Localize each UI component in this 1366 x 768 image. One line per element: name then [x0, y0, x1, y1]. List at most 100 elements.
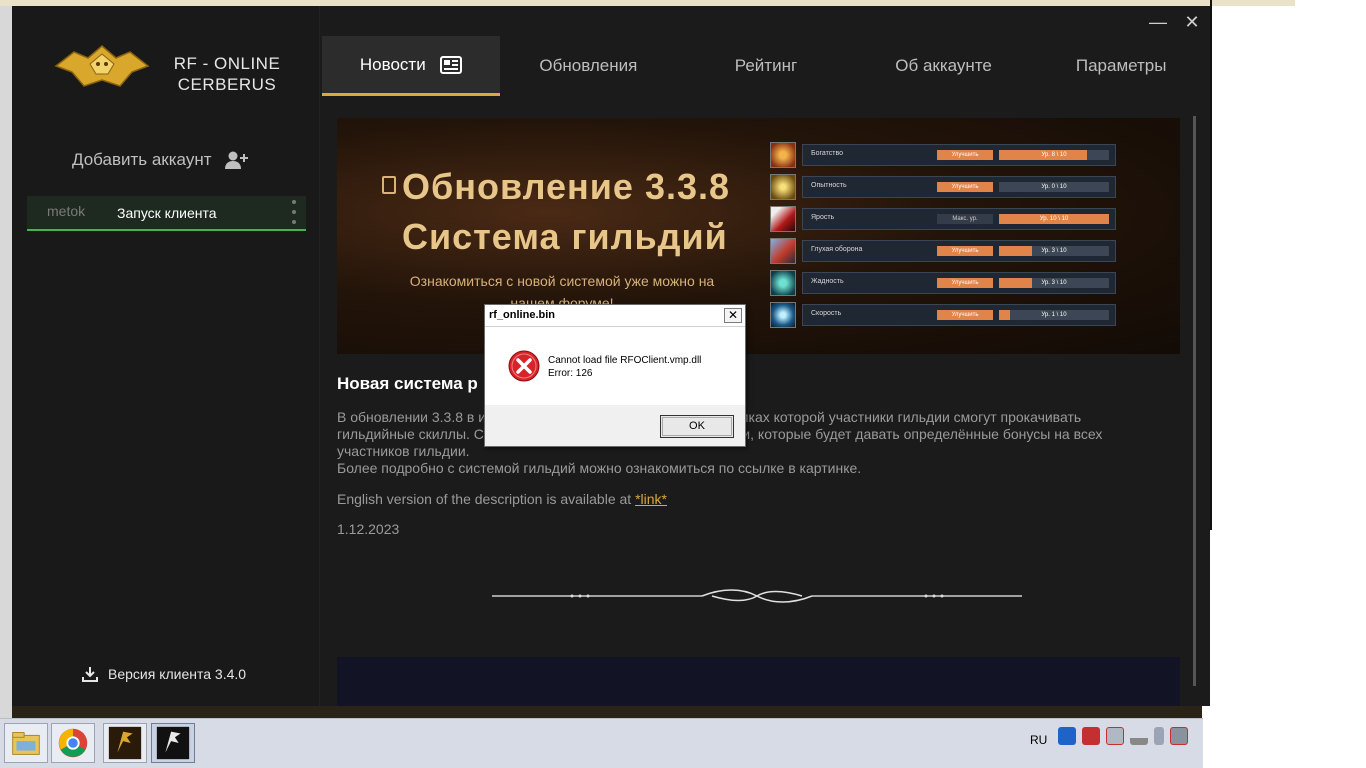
defense-skill-icon	[770, 238, 796, 264]
sidebar: RF - ONLINE CERBERUS Добавить аккаунт me…	[12, 6, 320, 706]
skill-level-bar: Ур. 3 \ 10	[999, 246, 1109, 256]
news-date: 1.12.2023	[337, 521, 400, 537]
skill-level: Ур. 1 \ 10	[1041, 312, 1067, 318]
news-banner[interactable]: Обновление 3.3.8 Система гильдий Ознаком…	[337, 118, 1180, 354]
taskbar-rf-client-button[interactable]	[151, 723, 195, 763]
dialog-body: Cannot load file RFOClient.vmp.dll Error…	[485, 327, 745, 405]
skill-max-button: Макс. ур.	[937, 214, 993, 224]
english-version-link[interactable]: *link*	[635, 491, 667, 507]
dialog-message-line-2: Error: 126	[548, 368, 593, 379]
banner-title-2: Система гильдий	[402, 216, 728, 257]
skill-name: Ярость	[811, 214, 835, 221]
taskbar: RU	[0, 718, 1203, 768]
fury-skill-icon	[770, 206, 796, 232]
ornament-divider	[492, 589, 1022, 603]
newspaper-icon	[439, 55, 462, 74]
tab-settings-label: Параметры	[1075, 56, 1167, 75]
skill-name: Богатство	[811, 150, 843, 157]
skill-upgrade-button: Улучшить	[937, 278, 993, 288]
cerberus-logo-icon	[54, 45, 150, 87]
tab-rating[interactable]: Рейтинг	[677, 36, 855, 96]
taskbar-chrome-button[interactable]	[51, 723, 95, 763]
ok-button[interactable]: OK	[660, 415, 734, 438]
dialog-message-line-1: Cannot load file RFOClient.vmp.dll	[548, 355, 702, 366]
tab-rating-label: Рейтинг	[734, 56, 798, 75]
dialog-close-button[interactable]: ✕	[724, 308, 742, 323]
account-row[interactable]: metok Запуск клиента	[27, 196, 306, 231]
skill-name: Скорость	[811, 310, 842, 317]
clipboard-icon	[382, 176, 396, 194]
skill-name: Опытность	[811, 182, 847, 189]
bluetooth-icon[interactable]	[1058, 727, 1076, 745]
skill-row: Глухая оборона Улучшить Ур. 3 \ 10	[770, 238, 1120, 264]
add-account-label: Добавить аккаунт	[72, 150, 212, 169]
launch-client-button[interactable]: Запуск клиента	[117, 205, 217, 221]
skill-level: Ур. 3 \ 10	[1041, 280, 1067, 286]
dialog-titlebar[interactable]: rf_online.bin ✕	[485, 305, 745, 327]
version-label: Версия клиента 3.4.0	[108, 666, 247, 682]
rf-game-icon	[108, 726, 142, 760]
close-button[interactable]: ✕	[1182, 12, 1202, 33]
account-menu-icon[interactable]	[292, 200, 298, 224]
logo-line-2: CERBERUS	[177, 75, 277, 94]
taskbar-rf-launcher-button[interactable]	[103, 723, 147, 763]
window-controls: — ✕	[1148, 12, 1202, 33]
skill-upgrade-button: Улучшить	[937, 150, 993, 160]
skill-row: Ярость Макс. ур. Ур. 10 \ 10	[770, 206, 1120, 232]
desktop-edge	[0, 0, 12, 718]
english-version-text: English version of the description is av…	[337, 491, 667, 507]
signal-icon[interactable]	[1130, 727, 1148, 745]
taskbar-explorer-button[interactable]	[4, 723, 48, 763]
next-news-banner[interactable]	[337, 657, 1180, 706]
content-scrollbar[interactable]	[1193, 116, 1196, 686]
folder-icon	[12, 732, 40, 755]
skill-level-bar: Ур. 0 \ 10	[999, 182, 1109, 192]
add-account-button[interactable]: Добавить аккаунт	[72, 150, 248, 170]
greed-skill-icon	[770, 270, 796, 296]
battery-icon[interactable]	[1154, 727, 1164, 745]
tab-updates-label: Обновления	[539, 56, 638, 75]
language-indicator[interactable]: RU	[1030, 733, 1047, 747]
news-body-line: гильдийные скиллы. С иями, которые будет…	[337, 426, 1103, 442]
desktop-right-edge	[1210, 0, 1212, 530]
skill-level: Ур. 3 \ 10	[1041, 248, 1067, 254]
error-icon	[508, 350, 540, 382]
client-version[interactable]: Версия клиента 3.4.0	[82, 666, 246, 682]
error-dialog: rf_online.bin ✕ Cannot load file RFOClie…	[484, 304, 746, 447]
skill-level-bar: Ур. 10 \ 10	[999, 214, 1109, 224]
tab-news[interactable]: Новости	[322, 36, 500, 96]
network-error-icon[interactable]	[1106, 727, 1124, 745]
dialog-message: Cannot load file RFOClient.vmp.dll Error…	[548, 354, 701, 380]
skill-row: Жадность Улучшить Ур. 3 \ 10	[770, 270, 1120, 296]
desktop: RF - ONLINE CERBERUS Добавить аккаунт me…	[0, 0, 1366, 768]
tab-updates[interactable]: Обновления	[500, 36, 678, 96]
add-user-icon	[224, 151, 248, 169]
tab-account-label: Об аккаунте	[895, 56, 992, 75]
news-body-line: Более подробно с системой гильдий можно …	[337, 460, 862, 476]
news-content: Обновление 3.3.8 Система гильдий Ознаком…	[322, 96, 1210, 706]
news-body-line: В обновлении 3.3.8 в и рамках которой уч…	[337, 409, 1082, 425]
logo-line-1: RF - ONLINE	[173, 54, 281, 73]
main-tabs: Новости Обновления Рейтинг Об аккаунте П…	[322, 36, 1210, 96]
skill-row: Богатство Улучшить Ур. 8 \ 10	[770, 142, 1120, 168]
tab-account[interactable]: Об аккаунте	[855, 36, 1033, 96]
tab-news-label: Новости	[359, 54, 426, 74]
skill-name: Жадность	[811, 278, 844, 285]
skill-level-bar: Ур. 1 \ 10	[999, 310, 1109, 320]
skill-level: Ур. 0 \ 10	[1041, 184, 1067, 190]
news-title: Новая система р	[337, 374, 478, 393]
skill-level-bar: Ур. 3 \ 10	[999, 278, 1109, 288]
skill-level: Ур. 8 \ 10	[1041, 152, 1067, 158]
app-tray-icon[interactable]	[1082, 727, 1100, 745]
skill-level-bar: Ур. 8 \ 10	[999, 150, 1109, 160]
experience-skill-icon	[770, 174, 796, 200]
system-tray	[1058, 727, 1188, 745]
news-body-line: участников гильдии.	[337, 443, 470, 459]
wealth-skill-icon	[770, 142, 796, 168]
english-version-label: English version of the description is av…	[337, 491, 636, 507]
volume-muted-icon[interactable]	[1170, 727, 1188, 745]
speed-skill-icon	[770, 302, 796, 328]
minimize-button[interactable]: —	[1148, 12, 1168, 33]
tab-settings[interactable]: Параметры	[1032, 36, 1210, 96]
skill-name: Глухая оборона	[811, 246, 863, 253]
